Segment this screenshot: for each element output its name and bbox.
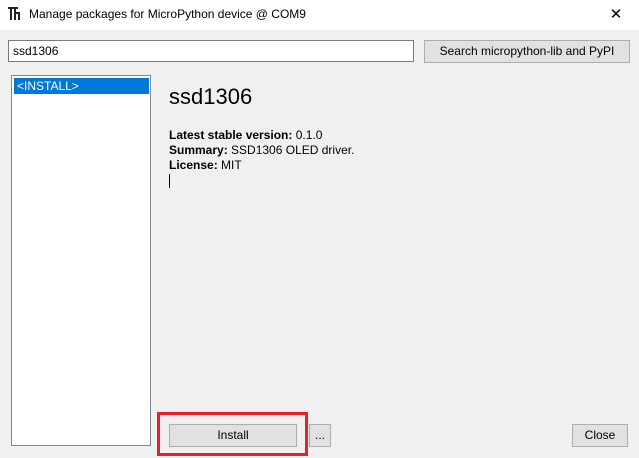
license-label: License: [169,158,218,172]
search-input[interactable] [8,40,414,62]
list-item-install[interactable]: <INSTALL> [14,78,149,94]
version-label: Latest stable version: [169,128,293,142]
search-button[interactable]: Search micropython-lib and PyPI [424,40,630,63]
summary-line: Summary: SSD1306 OLED driver. [169,143,354,157]
window-title: Manage packages for MicroPython device @… [29,7,306,21]
license-value: MIT [221,158,242,172]
version-value: 0.1.0 [295,128,323,142]
package-list[interactable]: <INSTALL> [11,75,151,446]
package-title: ssd1306 [169,84,253,109]
close-button[interactable]: Close [572,424,628,447]
summary-value: SSD1306 OLED driver. [231,143,355,157]
license-line: License: MIT [169,158,242,172]
text-cursor [169,174,170,188]
more-options-button[interactable]: ... [309,424,331,447]
install-button[interactable]: Install [169,424,297,447]
summary-label: Summary: [169,143,228,157]
title-bar: Manage packages for MicroPython device @… [0,0,639,30]
version-line: Latest stable version: 0.1.0 [169,128,322,142]
close-icon[interactable]: ✕ [593,0,639,30]
thonny-icon [8,7,20,20]
